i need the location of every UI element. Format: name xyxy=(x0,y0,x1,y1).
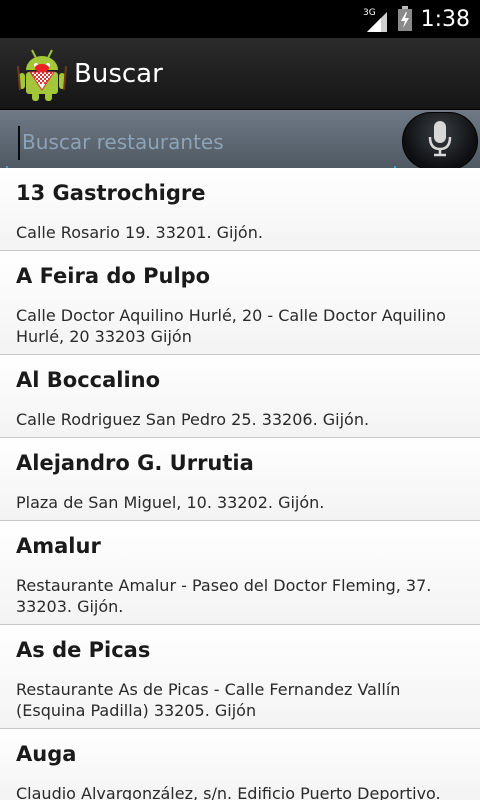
list-item[interactable]: As de Picas Restaurante As de Picas - Ca… xyxy=(0,625,480,729)
restaurant-address: Calle Doctor Aquilino Hurlé, 20 - Calle … xyxy=(16,306,446,346)
battery-charging-icon xyxy=(397,6,413,32)
list-item[interactable]: Auga Claudio Alvargonzález, s/n. Edifici… xyxy=(0,729,480,800)
voice-search-button[interactable] xyxy=(402,112,478,170)
restaurant-name: Auga xyxy=(16,742,77,766)
microphone-icon xyxy=(427,121,453,161)
text-cursor xyxy=(18,126,20,160)
network-signal-icon: 3G xyxy=(363,6,389,32)
list-item[interactable]: Al Boccalino Calle Rodriguez San Pedro 2… xyxy=(0,355,480,438)
restaurant-list: 13 Gastrochigre Calle Rosario 19. 33201.… xyxy=(0,168,480,800)
list-item[interactable]: Alejandro G. Urrutia Plaza de San Miguel… xyxy=(0,438,480,521)
list-item[interactable]: A Feira do Pulpo Calle Doctor Aquilino H… xyxy=(0,251,480,355)
status-bar: 3G 1:38 xyxy=(0,0,480,38)
list-item[interactable]: Amalur Restaurante Amalur - Paseo del Do… xyxy=(0,521,480,625)
restaurant-name: Amalur xyxy=(16,534,101,558)
restaurant-name: Alejandro G. Urrutia xyxy=(16,451,254,475)
list-item[interactable]: 13 Gastrochigre Calle Rosario 19. 33201.… xyxy=(0,168,480,251)
restaurant-address: Calle Rodriguez San Pedro 25. 33206. Gij… xyxy=(16,410,370,429)
restaurant-address: Calle Rosario 19. 33201. Gijón. xyxy=(16,223,263,242)
clock: 1:38 xyxy=(420,6,470,32)
restaurant-name: 13 Gastrochigre xyxy=(16,181,206,205)
svg-text:3G: 3G xyxy=(363,8,376,18)
restaurant-address: Restaurante Amalur - Paseo del Doctor Fl… xyxy=(16,576,432,616)
restaurant-name: As de Picas xyxy=(16,638,151,662)
app-logo-icon[interactable] xyxy=(16,46,68,102)
restaurant-name: A Feira do Pulpo xyxy=(16,264,211,288)
restaurant-address: Plaza de San Miguel, 10. 33202. Gijón. xyxy=(16,493,325,512)
search-field-container xyxy=(6,116,396,172)
restaurant-name: Al Boccalino xyxy=(16,368,161,392)
page-title: Buscar xyxy=(74,58,163,89)
restaurant-address: Claudio Alvargonzález, s/n. Edificio Pue… xyxy=(16,784,441,800)
restaurant-address: Restaurante As de Picas - Calle Fernande… xyxy=(16,680,401,720)
search-input[interactable] xyxy=(6,120,396,164)
search-bar xyxy=(0,110,480,170)
action-bar: Buscar xyxy=(0,38,480,110)
